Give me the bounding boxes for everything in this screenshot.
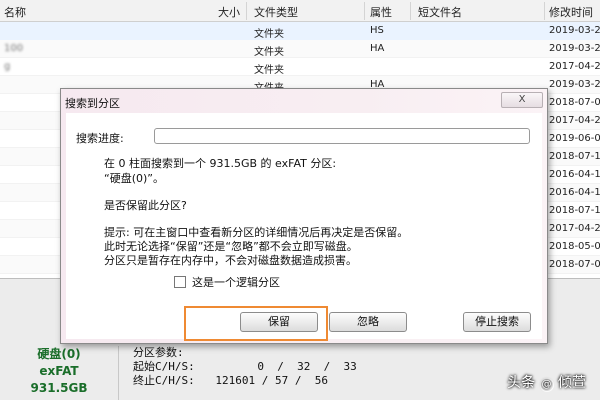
row-name: 100 [4, 43, 24, 54]
hint-line2: 此时无论选择“保留”还是“忽略”都不会立即写磁盘。 [104, 240, 358, 253]
params-title: 分区参数: [133, 346, 184, 359]
logical-partition-label[interactable]: 这是一个逻辑分区 [192, 274, 280, 290]
keep-highlight-box [184, 306, 328, 341]
dialog-titlebar[interactable]: 搜索到分区 X [61, 89, 547, 113]
column-header-type[interactable]: 文件类型 [254, 4, 298, 20]
close-icon: X [518, 94, 526, 105]
disk-name: 硬盘(0) [37, 347, 81, 361]
hint-line1: 提示: 可在主窗口中查看新分区的详细情况后再决定是否保留。 [104, 226, 409, 239]
ignore-button[interactable]: 忽略 [329, 312, 407, 332]
params-end-label: 终止C/H/S: [133, 374, 195, 387]
row-date: 2018-07-0 [549, 259, 600, 270]
row-name: g [4, 61, 11, 72]
row-date: 2019-06-0 [549, 133, 600, 144]
params-start-label: 起始C/H/S: [133, 360, 195, 373]
stop-search-button[interactable]: 停止搜索 [463, 312, 531, 332]
hint-line3: 分区只是暂存在内存中，不会对磁盘数据造成损害。 [104, 254, 357, 267]
watermark-author: 倾萱 [558, 375, 586, 391]
row-date: 2018-07-1 [549, 151, 600, 162]
row-attr: HA [370, 43, 385, 54]
found-message-line2: “硬盘(0)”。 [104, 172, 164, 185]
row-date: 2018-07-0 [549, 97, 600, 108]
column-header-modified[interactable]: 修改时间 [549, 4, 593, 20]
watermark-at-icon: @ [539, 378, 554, 392]
column-header-short-name[interactable]: 短文件名 [418, 4, 462, 20]
keep-question: 是否保留此分区? [104, 199, 187, 212]
row-type: 文件夹 [254, 29, 284, 40]
column-header-size[interactable]: 大小 [218, 4, 240, 20]
row-date: 2018-05-0 [549, 241, 600, 252]
logical-partition-checkbox[interactable] [174, 276, 186, 288]
progress-label: 搜索进度: [76, 132, 124, 145]
disk-filesystem: exFAT [39, 364, 79, 378]
row-date: 2017-04-2 [549, 115, 600, 126]
column-header-attr[interactable]: 属性 [370, 4, 392, 20]
watermark-prefix: 头条 [507, 375, 536, 391]
row-date: 2019-03-2 [549, 79, 600, 90]
row-type: 文件夹 [254, 47, 284, 58]
watermark: 头条 @ 倾萱 [507, 372, 586, 392]
table-row[interactable]: 100 文件夹 HA 2019-03-2 [0, 40, 600, 58]
params-start-value: 0 / 32 / 33 [257, 360, 357, 373]
row-type: 文件夹 [254, 65, 284, 76]
row-date: 2018-07-1 [549, 205, 600, 216]
dialog-title: 搜索到分区 [65, 97, 120, 110]
close-button[interactable]: X [501, 92, 543, 108]
row-date: 2017-04-2 [549, 223, 600, 234]
row-date: 2019-03-2 [549, 43, 600, 54]
search-progress-bar [154, 128, 530, 144]
row-date: 2016-04-1 [549, 187, 600, 198]
found-message-line1: 在 0 柱面搜索到一个 931.5GB 的 exFAT 分区: [104, 157, 337, 170]
params-end-value: 121601 / 57 / 56 [215, 374, 328, 387]
row-date: 2016-04-1 [549, 169, 600, 180]
file-list-header: 名称 大小 文件类型 属性 短文件名 修改时间 [0, 0, 600, 22]
row-date: 2019-03-2 [549, 25, 600, 36]
table-row[interactable]: 文件夹 HS 2019-03-2 [0, 22, 600, 40]
row-attr: HS [370, 25, 384, 36]
row-date: 2017-04-2 [549, 61, 600, 72]
table-row[interactable]: g 文件夹 2017-04-2 [0, 58, 600, 76]
disk-size: 931.5GB [30, 381, 88, 395]
column-header-name[interactable]: 名称 [4, 4, 26, 20]
